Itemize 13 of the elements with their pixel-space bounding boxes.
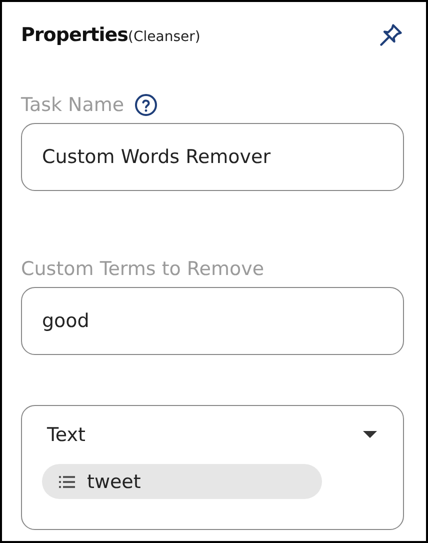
field-label: Custom Terms to Remove: [21, 258, 264, 280]
text-field[interactable]: good: [21, 287, 404, 355]
column-chip[interactable]: tweet: [42, 464, 322, 499]
list-icon: [59, 476, 75, 488]
panel-subtitle: (Cleanser): [128, 29, 200, 45]
select-value: Text: [47, 424, 86, 446]
field-label: Task Name: [21, 94, 124, 116]
panel-title: Properties: [21, 24, 128, 46]
pin-icon[interactable]: [378, 22, 404, 48]
text-field[interactable]: Custom Words Remover: [21, 123, 404, 191]
help-icon[interactable]: [134, 93, 158, 117]
column-select[interactable]: Text tweet: [21, 405, 404, 530]
caret-icon: [363, 431, 377, 439]
